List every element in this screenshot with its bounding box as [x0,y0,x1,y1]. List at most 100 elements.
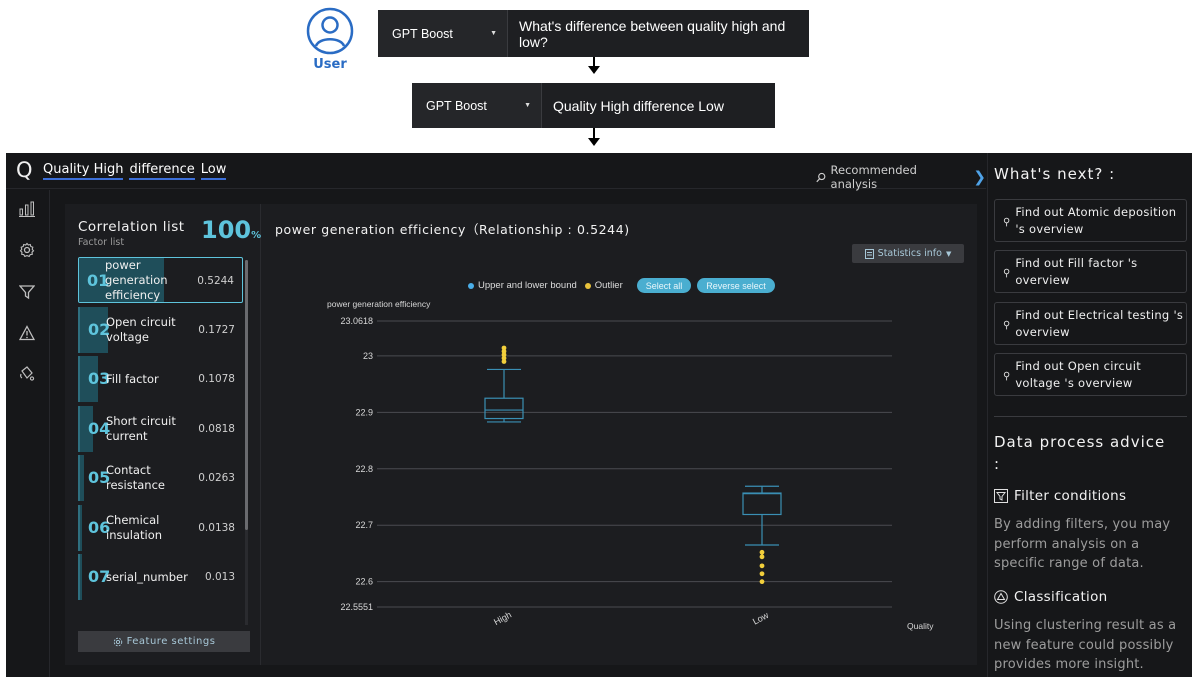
y-tick-label: 23 [363,351,373,361]
factor-name: serial_number [106,569,188,584]
outlier-point [759,579,765,585]
advice-heading-label: Filter conditions [1014,488,1127,504]
y-tick-label: 22.6 [355,577,373,587]
content-card: Correlation list Factor list 100% 01 powe… [65,204,977,665]
factor-name: Chemical insulation [106,512,163,542]
gear-icon [113,637,122,646]
next-suggestion-card[interactable]: ⚲ Find out Open circuit voltage 's overv… [994,353,1187,396]
factor-name: Fill factor [106,371,159,386]
query-breadcrumb: Quality High difference Low [43,162,227,180]
next-suggestion-card[interactable]: ⚲ Find out Atomic deposition 's overview [994,199,1187,242]
next-suggestion-text: Find out Electrical testing 's overview [1015,307,1184,339]
bar-chart-icon[interactable] [18,200,36,218]
magic-search-icon [816,172,826,182]
scrollbar-thumb[interactable] [245,260,248,530]
feature-settings-button[interactable]: Feature settings [78,631,250,652]
correlation-percent: 100% [201,216,261,244]
query-input[interactable]: What's difference between quality high a… [508,10,809,57]
next-suggestion-card[interactable]: ⚲ Find out Electrical testing 's overvie… [994,302,1187,345]
next-suggestion-card[interactable]: ⚲ Find out Fill factor 's overview [994,250,1187,293]
recommended-label: Recommended analysis [830,163,917,191]
factor-name: Contact resistance [106,463,165,492]
factor-list-item[interactable]: 06 Chemical insulation 0.0138 [78,504,243,551]
user-block: User [301,6,359,72]
divider [994,416,1187,417]
advice-body: By adding filters, you may perform analy… [994,517,1171,571]
correlation-panel: Correlation list Factor list 100% 01 powe… [65,204,261,665]
percent-value: 100 [201,216,252,244]
x-tick-label: High [492,610,513,628]
factor-value: 0.0818 [198,422,235,435]
search-icon: ⚲ [1003,268,1011,279]
query-input[interactable]: Quality High difference Low [542,83,775,128]
user-avatar-icon [306,7,354,55]
left-rail [6,190,50,677]
model-select[interactable]: GPT Boost ▼ [378,10,508,57]
factor-score-bar [80,455,85,501]
factor-value: 0.0138 [198,521,235,534]
y-tick-label: 23.0618 [340,316,373,326]
factor-name: Short circuit current [106,413,176,443]
factor-name: Open circuit voltage [106,314,176,344]
feature-settings-label: Feature settings [126,636,216,647]
outlier-point [759,571,765,577]
correlation-title: Correlation list [78,219,185,235]
search-icon: ⚲ [1003,320,1011,331]
y-tick-label: 22.5551 [340,602,373,612]
percent-unit: % [251,230,262,241]
factor-list-item[interactable]: 03 Fill factor 0.1078 [78,356,243,402]
query-token[interactable]: Low [200,162,227,180]
search-icon: ⚲ [1003,217,1011,228]
advice-heading-classification: Classification [994,589,1108,605]
outlier-point [759,549,765,555]
x-tick-label: Low [751,610,771,627]
advice-title: Data process advice : [994,433,1166,473]
recommended-analysis-link[interactable]: Recommended analysis ❯ [816,163,986,191]
model-select[interactable]: GPT Boost ▼ [412,83,542,128]
filter-icon [994,489,1008,503]
factor-value: 0.013 [204,571,235,583]
factor-score-bar [80,554,83,600]
analysis-app: Q Quality High difference Low Recommende… [6,153,1192,677]
factor-list-item[interactable]: 02 Open circuit voltage 0.1727 [78,306,243,353]
chart-area: power generation efficiency（Relationship… [261,204,977,665]
factor-value: 0.1078 [198,373,235,385]
query-token[interactable]: difference [129,162,195,180]
factor-value: 0.0263 [198,472,235,484]
paint-bucket-icon[interactable] [18,365,36,383]
box-iqr [742,492,782,516]
arrow-down-icon [588,57,600,74]
x-axis-label: Quality [907,621,934,631]
y-tick-label: 22.7 [355,520,373,530]
next-suggestion-text: Find out Fill factor 's overview [1015,255,1138,287]
factor-list-scrollbar[interactable] [245,260,248,625]
factor-list-item[interactable]: 05 Contact resistance 0.0263 [78,455,243,501]
model-select-label: GPT Boost [392,26,453,41]
factor-list-item[interactable]: 07 serial_number 0.013 [78,554,243,600]
caret-down-icon: ▼ [524,102,531,109]
factor-list-item[interactable]: 01 power generation efficiency 0.5244 [78,257,243,303]
outlier-point [759,554,765,560]
outlier-point [759,563,765,569]
arrow-down-icon [588,128,600,147]
gear-icon[interactable] [18,241,36,259]
model-select-label: GPT Boost [426,98,487,113]
page: User GPT Boost ▼ What's difference betwe… [0,0,1192,677]
query-token[interactable]: Quality High [43,162,124,180]
factor-list-item[interactable]: 04 Short circuit current 0.0818 [78,405,243,452]
next-suggestion-text: Find out Atomic deposition 's overview [1015,204,1177,236]
y-axis-label: power generation efficiency [327,299,431,309]
chevron-right-icon: ❯ [973,168,986,186]
filter-icon[interactable] [18,283,36,301]
app-header: Q Quality High difference Low Recommende… [6,153,986,191]
advice-body: Using clustering result as a new feature… [994,618,1177,672]
caret-down-icon: ▼ [490,30,497,37]
query-text: What's difference between quality high a… [519,17,786,50]
query-text: Quality High difference Low [553,97,724,114]
warning-icon[interactable] [18,324,36,342]
next-suggestion-text: Find out Open circuit voltage 's overvie… [1015,358,1142,390]
factor-value: 0.5244 [197,275,234,287]
right-panel: What's next? : ⚲ Find out Atomic deposit… [987,153,1192,677]
outlier-point [501,345,507,351]
factor-name: power generation efficiency [105,257,168,302]
